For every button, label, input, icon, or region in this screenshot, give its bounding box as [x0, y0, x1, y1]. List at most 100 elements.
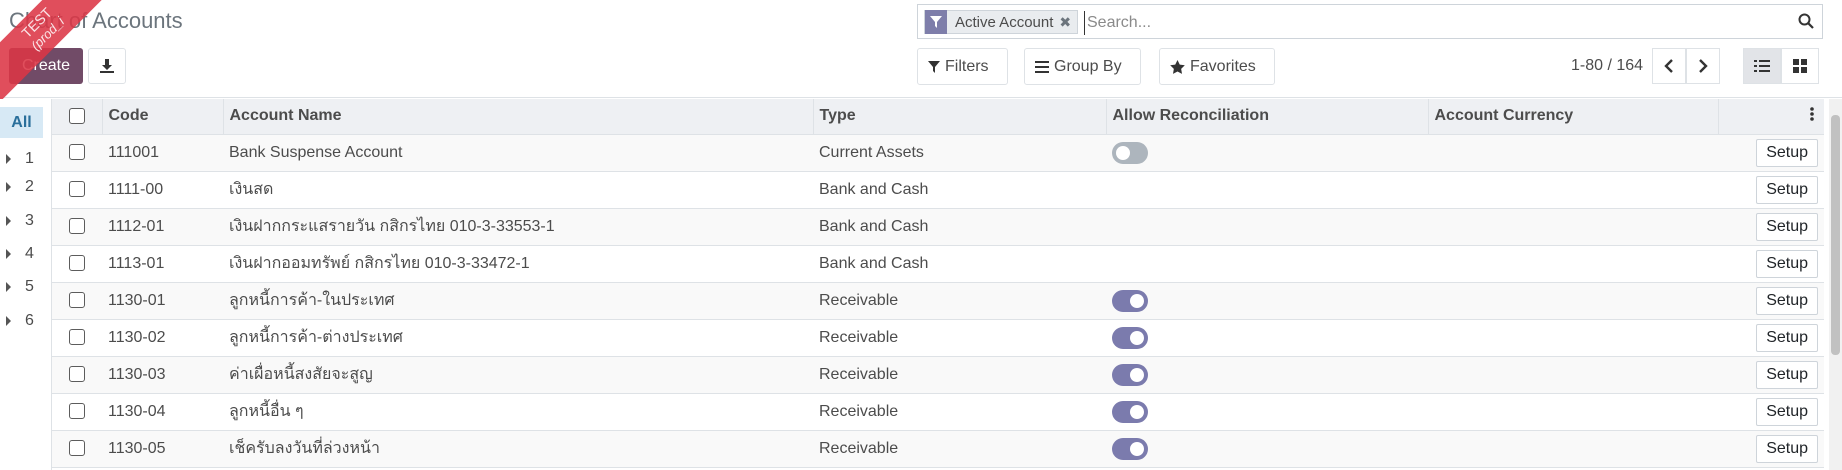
- cell-type[interactable]: Receivable: [813, 356, 1106, 394]
- cell-allow-reconciliation[interactable]: [1106, 134, 1428, 172]
- setup-button[interactable]: Setup: [1756, 434, 1818, 463]
- group-by-button[interactable]: Group By: [1024, 48, 1141, 85]
- search-icon[interactable]: [1798, 13, 1814, 29]
- cell-code[interactable]: 1111-00: [102, 171, 223, 209]
- cell-allow-reconciliation[interactable]: [1106, 208, 1428, 246]
- row-select-cell[interactable]: [52, 282, 102, 320]
- row-select-cell[interactable]: [52, 356, 102, 394]
- vertical-scrollbar[interactable]: [1829, 99, 1842, 470]
- cell-account-currency[interactable]: [1428, 208, 1718, 246]
- cell-allow-reconciliation[interactable]: [1106, 319, 1428, 357]
- row-checkbox[interactable]: [69, 218, 85, 235]
- reconciliation-toggle[interactable]: [1112, 400, 1148, 423]
- setup-button[interactable]: Setup: [1756, 249, 1818, 278]
- cell-account-name[interactable]: ลูกหนี้การค้า-ต่างประเทศ: [223, 319, 813, 357]
- cell-account-currency[interactable]: [1428, 171, 1718, 209]
- create-button[interactable]: Create: [9, 48, 83, 84]
- column-header-type[interactable]: Type: [813, 99, 1107, 135]
- cell-account-currency[interactable]: [1428, 245, 1718, 283]
- cell-allow-reconciliation[interactable]: [1106, 171, 1428, 209]
- optional-columns-toggle[interactable]: [1718, 99, 1824, 135]
- cell-type[interactable]: Current Assets: [813, 134, 1106, 172]
- row-select-cell[interactable]: [52, 393, 102, 431]
- row-checkbox[interactable]: [69, 255, 85, 272]
- cell-type[interactable]: Bank and Cash: [813, 208, 1106, 246]
- cell-account-currency[interactable]: [1428, 356, 1718, 394]
- pager-previous-button[interactable]: [1652, 48, 1686, 84]
- select-all-checkbox[interactable]: [68, 108, 85, 125]
- cell-account-currency[interactable]: [1428, 393, 1718, 431]
- reconciliation-toggle[interactable]: [1112, 437, 1148, 460]
- cell-type[interactable]: Bank and Cash: [813, 245, 1106, 283]
- row-checkbox[interactable]: [69, 181, 85, 198]
- table-row[interactable]: 1112-01 เงินฝากกระแสรายวัน กสิกรไทย 010-3…: [52, 208, 1824, 246]
- row-select-cell[interactable]: [52, 134, 102, 172]
- side-item-all[interactable]: All: [0, 107, 43, 138]
- cell-type[interactable]: Receivable: [813, 393, 1106, 431]
- setup-button[interactable]: Setup: [1756, 212, 1818, 241]
- table-row[interactable]: 1130-04 ลูกหนี้อื่น ๆ Receivable Setup: [52, 393, 1824, 431]
- download-button[interactable]: [88, 48, 126, 84]
- cell-account-currency[interactable]: [1428, 430, 1718, 468]
- table-row[interactable]: 1130-01 ลูกหนี้การค้า-ในประเทศ Receivable S…: [52, 282, 1824, 320]
- cell-account-currency[interactable]: [1428, 319, 1718, 357]
- row-select-cell[interactable]: [52, 319, 102, 357]
- cell-code[interactable]: 111001: [102, 134, 223, 172]
- cell-account-name[interactable]: เงินฝากกระแสรายวัน กสิกรไทย 010-3-33553-…: [223, 208, 813, 246]
- setup-button[interactable]: Setup: [1756, 286, 1818, 315]
- setup-button[interactable]: Setup: [1756, 175, 1818, 204]
- facet-remove-icon[interactable]: ✖: [1059, 14, 1077, 31]
- table-row[interactable]: 1130-03 ค่าเผื่อหนี้สงสัยจะสูญ Receivable S…: [52, 356, 1824, 394]
- cell-account-name[interactable]: ลูกหนี้การค้า-ในประเทศ: [223, 282, 813, 320]
- row-checkbox[interactable]: [69, 440, 85, 457]
- favorites-button[interactable]: Favorites: [1159, 48, 1275, 85]
- reconciliation-toggle[interactable]: [1112, 363, 1148, 386]
- pager-next-button[interactable]: [1686, 48, 1720, 84]
- cell-type[interactable]: Receivable: [813, 319, 1106, 357]
- cell-code[interactable]: 1130-05: [102, 430, 223, 468]
- cell-account-name[interactable]: Bank Suspense Account: [223, 134, 813, 172]
- side-item-4[interactable]: 4: [0, 240, 50, 268]
- side-item-3[interactable]: 3: [0, 207, 50, 235]
- setup-button[interactable]: Setup: [1756, 397, 1818, 426]
- table-row[interactable]: 1113-01 เงินฝากออมทรัพย์ กสิกรไทย 010-3-3…: [52, 245, 1824, 283]
- row-select-cell[interactable]: [52, 208, 102, 246]
- reconciliation-toggle[interactable]: [1112, 326, 1148, 349]
- scrollbar-thumb[interactable]: [1831, 115, 1840, 355]
- cell-code[interactable]: 1112-01: [102, 208, 223, 246]
- cell-allow-reconciliation[interactable]: [1106, 282, 1428, 320]
- cell-allow-reconciliation[interactable]: [1106, 430, 1428, 468]
- cell-account-name[interactable]: ค่าเผื่อหนี้สงสัยจะสูญ: [223, 356, 813, 394]
- cell-type[interactable]: Receivable: [813, 430, 1106, 468]
- setup-button[interactable]: Setup: [1756, 138, 1818, 167]
- list-view-button[interactable]: [1743, 48, 1781, 84]
- column-header-account-name[interactable]: Account Name: [223, 99, 814, 135]
- cell-code[interactable]: 1130-02: [102, 319, 223, 357]
- cell-allow-reconciliation[interactable]: [1106, 245, 1428, 283]
- cell-type[interactable]: Receivable: [813, 282, 1106, 320]
- cell-code[interactable]: 1130-03: [102, 356, 223, 394]
- cell-code[interactable]: 1113-01: [102, 245, 223, 283]
- search-input[interactable]: [1084, 11, 1784, 35]
- cell-account-name[interactable]: เช็ครับลงวันที่ล่วงหน้า: [223, 430, 813, 468]
- select-all-cell[interactable]: [52, 99, 103, 135]
- table-row[interactable]: 1111-00 เงินสด Bank and Cash Setup: [52, 171, 1824, 209]
- table-row[interactable]: 111001 Bank Suspense Account Current Asset…: [52, 134, 1824, 172]
- cell-account-name[interactable]: เงินฝากออมทรัพย์ กสิกรไทย 010-3-33472-1: [223, 245, 813, 283]
- pager-value[interactable]: 1-80 / 164: [1571, 57, 1643, 75]
- setup-button[interactable]: Setup: [1756, 323, 1818, 352]
- cell-allow-reconciliation[interactable]: [1106, 356, 1428, 394]
- row-checkbox[interactable]: [69, 403, 85, 420]
- cell-allow-reconciliation[interactable]: [1106, 393, 1428, 431]
- cell-type[interactable]: Bank and Cash: [813, 171, 1106, 209]
- column-header-code[interactable]: Code: [102, 99, 224, 135]
- row-checkbox[interactable]: [69, 329, 85, 346]
- row-select-cell[interactable]: [52, 245, 102, 283]
- cell-code[interactable]: 1130-04: [102, 393, 223, 431]
- row-checkbox[interactable]: [69, 366, 85, 383]
- setup-button[interactable]: Setup: [1756, 360, 1818, 389]
- row-select-cell[interactable]: [52, 430, 102, 468]
- row-checkbox[interactable]: [69, 292, 85, 309]
- cell-account-currency[interactable]: [1428, 282, 1718, 320]
- row-select-cell[interactable]: [52, 171, 102, 209]
